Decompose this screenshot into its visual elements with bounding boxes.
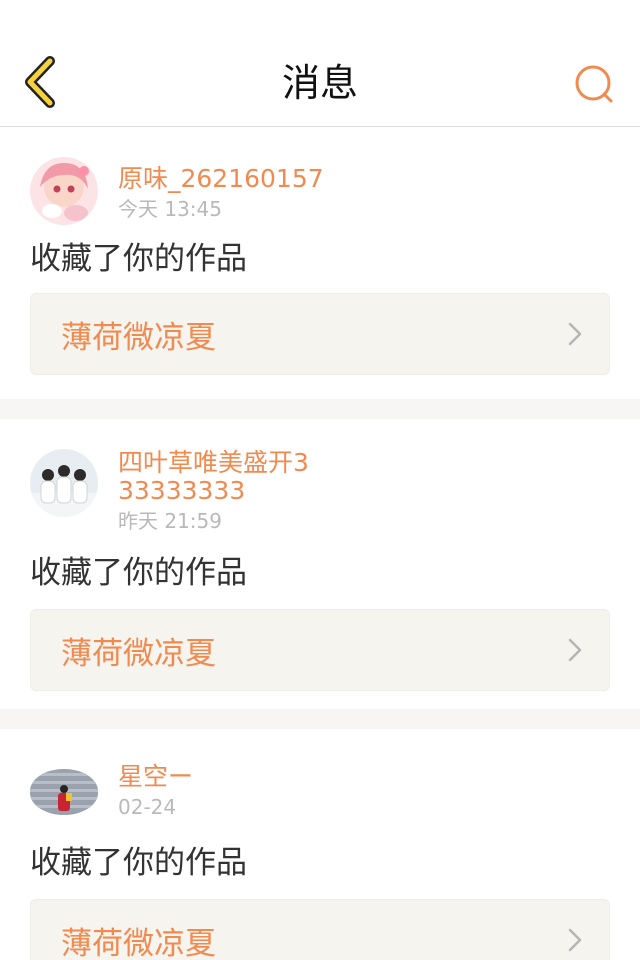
work-title: 薄荷微凉夏 — [61, 925, 216, 960]
avatar[interactable] — [30, 157, 98, 225]
work-title: 薄荷微凉夏 — [61, 635, 216, 672]
timestamp: 昨天 21:59 — [118, 509, 222, 533]
user-row: 四叶草唯美盛开333333333 昨天 21:59 — [30, 419, 610, 533]
user-meta: 原味_262160157 今天 13:45 — [118, 165, 418, 222]
search-icon — [575, 65, 613, 103]
timestamp: 02-24 — [118, 795, 177, 819]
work-link[interactable]: 薄荷微凉夏 — [30, 609, 610, 691]
username[interactable]: 原味_262160157 — [118, 165, 418, 193]
avatar[interactable] — [30, 769, 98, 815]
chevron-right-icon — [568, 928, 582, 952]
message-card: 星空ー 02-24 收藏了你的作品 薄荷微凉夏 — [0, 729, 640, 960]
message-card: 四叶草唯美盛开333333333 昨天 21:59 收藏了你的作品 薄荷微凉夏 — [0, 419, 640, 709]
chevron-right-icon — [568, 322, 582, 346]
avatar[interactable] — [30, 449, 98, 517]
message-list: 原味_262160157 今天 13:45 收藏了你的作品 薄荷微凉夏 四叶草唯… — [0, 127, 640, 960]
messages-screen: 消息 原味_262160157 今天 13:45 收藏了你的作品 薄荷微凉夏 四… — [0, 0, 640, 960]
page-title: 消息 — [281, 61, 358, 105]
nav-bar: 消息 — [0, 40, 640, 127]
user-meta: 星空ー 02-24 — [118, 763, 338, 820]
work-link[interactable]: 薄荷微凉夏 — [30, 293, 610, 375]
work-title: 薄荷微凉夏 — [61, 319, 216, 356]
chevron-right-icon — [568, 638, 582, 662]
message-card: 原味_262160157 今天 13:45 收藏了你的作品 薄荷微凉夏 — [0, 127, 640, 399]
action-text: 收藏了你的作品 — [30, 845, 247, 881]
username[interactable]: 四叶草唯美盛开333333333 — [118, 449, 318, 505]
action-text: 收藏了你的作品 — [30, 241, 247, 277]
user-row: 星空ー 02-24 — [30, 729, 610, 819]
username[interactable]: 星空ー — [118, 763, 338, 791]
action-text: 收藏了你的作品 — [30, 555, 247, 591]
work-link[interactable]: 薄荷微凉夏 — [30, 899, 610, 960]
search-button[interactable] — [570, 60, 618, 108]
status-bar — [0, 0, 640, 40]
user-row: 原味_262160157 今天 13:45 — [30, 127, 610, 225]
timestamp: 今天 13:45 — [118, 197, 222, 221]
user-meta: 四叶草唯美盛开333333333 昨天 21:59 — [118, 449, 318, 534]
